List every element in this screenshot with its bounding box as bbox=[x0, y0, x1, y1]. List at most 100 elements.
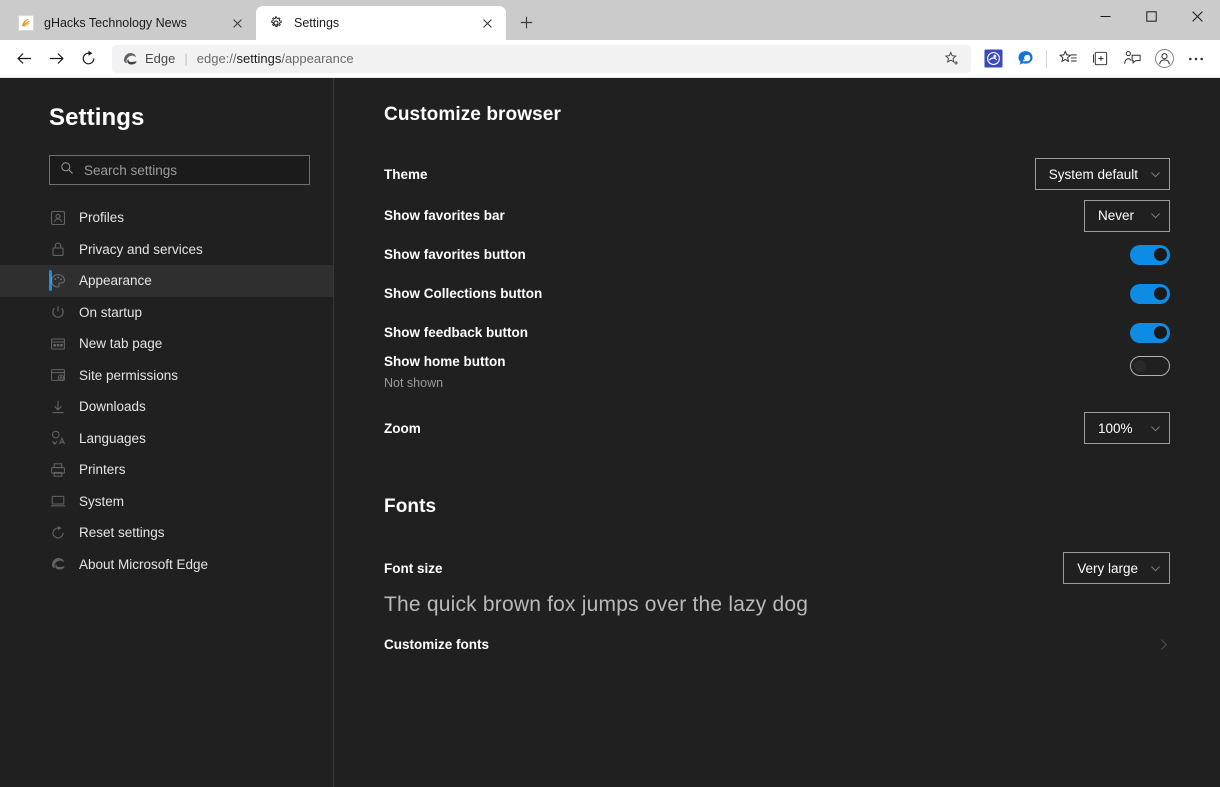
refresh-button[interactable] bbox=[72, 43, 104, 75]
settings-sidebar: Settings Search settings Profiles Privac… bbox=[0, 78, 334, 787]
tab-label: Settings bbox=[294, 16, 340, 30]
edge-copilot-icon[interactable] bbox=[1009, 43, 1041, 75]
zoom-dropdown[interactable]: 100% bbox=[1084, 412, 1170, 444]
sidebar-item-label: On startup bbox=[79, 304, 143, 320]
collections-icon[interactable] bbox=[1084, 43, 1116, 75]
font-sample-text: The quick brown fox jumps over the lazy … bbox=[384, 593, 809, 616]
profile-icon[interactable] bbox=[1148, 43, 1180, 75]
settings-content: Customize browser Theme System default S… bbox=[334, 78, 1220, 787]
url-prefix: edge:// bbox=[196, 51, 237, 66]
sidebar-item-reset-settings[interactable]: Reset settings bbox=[0, 517, 333, 549]
setting-label: Show home button bbox=[384, 353, 506, 369]
show-favorites-button-toggle[interactable] bbox=[1130, 244, 1170, 265]
gear-icon bbox=[268, 15, 284, 31]
settings-page: Settings Search settings Profiles Privac… bbox=[0, 78, 1220, 787]
sidebar-item-about-microsoft-edge[interactable]: About Microsoft Edge bbox=[0, 549, 333, 581]
chevron-right-icon bbox=[1157, 638, 1170, 651]
chevron-down-icon bbox=[1150, 210, 1161, 221]
sidebar-item-list: Profiles Privacy and services Appearance… bbox=[0, 202, 333, 580]
tab-settings[interactable]: Settings bbox=[256, 6, 506, 40]
setting-label: Show favorites button bbox=[384, 247, 526, 262]
minimize-button[interactable] bbox=[1082, 0, 1128, 32]
chevron-down-icon bbox=[1150, 563, 1161, 574]
sidebar-item-site-permissions[interactable]: Site permissions bbox=[0, 360, 333, 392]
back-button[interactable] bbox=[8, 43, 40, 75]
maximize-button[interactable] bbox=[1128, 0, 1174, 32]
sidebar-item-profiles[interactable]: Profiles bbox=[0, 202, 333, 234]
sidebar-item-privacy-and-services[interactable]: Privacy and services bbox=[0, 234, 333, 266]
setting-label: Font size bbox=[384, 560, 443, 576]
printer-icon bbox=[49, 461, 67, 479]
sidebar-item-label: New tab page bbox=[79, 336, 163, 352]
sidebar-item-label: Languages bbox=[79, 430, 146, 446]
edge-brand: Edge bbox=[122, 51, 175, 67]
sidebar-item-system[interactable]: System bbox=[0, 486, 333, 518]
search-settings-placeholder: Search settings bbox=[84, 162, 178, 178]
setting-row-zoom: Zoom 100% bbox=[384, 406, 1170, 450]
tab-close-button[interactable] bbox=[476, 12, 498, 34]
extension-icon[interactable] bbox=[977, 43, 1009, 75]
customize-fonts-label: Customize fonts bbox=[384, 636, 490, 652]
feedback-icon[interactable] bbox=[1116, 43, 1148, 75]
sidebar-item-new-tab-page[interactable]: New tab page bbox=[0, 328, 333, 360]
setting-label: Show feedback button bbox=[384, 325, 529, 340]
omnibox-separator: | bbox=[184, 51, 188, 66]
customize-browser-heading: Customize browser bbox=[384, 104, 561, 125]
sidebar-item-label: Profiles bbox=[79, 210, 125, 226]
profile-icon bbox=[49, 209, 67, 227]
edge-icon bbox=[124, 52, 137, 65]
customize-fonts-link[interactable]: Customize fonts bbox=[384, 627, 1170, 661]
sidebar-item-on-startup[interactable]: On startup bbox=[0, 297, 333, 329]
tab-close-button[interactable] bbox=[226, 12, 248, 34]
sidebar-item-languages[interactable]: Languages bbox=[0, 423, 333, 455]
sidebar-item-label: About Microsoft Edge bbox=[79, 556, 209, 572]
chevron-down-icon bbox=[1150, 169, 1161, 180]
setting-row-show-home-button: Show home button Not shown bbox=[384, 352, 1170, 392]
favorites-list-icon[interactable] bbox=[1052, 43, 1084, 75]
sidebar-item-label: Privacy and services bbox=[79, 241, 203, 257]
window-controls bbox=[1082, 0, 1220, 32]
toolbar-divider bbox=[1046, 49, 1047, 68]
power-icon bbox=[49, 303, 67, 321]
edge-brand-label: Edge bbox=[145, 51, 176, 66]
tab-strip: gHacks Technology News Settings bbox=[0, 0, 540, 40]
favorites-bar-dropdown[interactable]: Never bbox=[1084, 199, 1170, 232]
lock-icon bbox=[49, 240, 67, 258]
tab-ghacks-technology-news[interactable]: gHacks Technology News bbox=[6, 6, 256, 40]
search-icon bbox=[60, 161, 74, 180]
sidebar-item-downloads[interactable]: Downloads bbox=[0, 391, 333, 423]
font-size-dropdown[interactable]: Very large bbox=[1063, 552, 1170, 584]
setting-row-theme: Theme System default bbox=[384, 152, 1170, 196]
address-bar[interactable]: Edge | edge://settings/appearance bbox=[112, 44, 971, 73]
setting-row-font-size: Font size Very large bbox=[384, 548, 1170, 588]
close-button[interactable] bbox=[1174, 0, 1220, 32]
languages-icon bbox=[49, 429, 67, 447]
palette-icon bbox=[49, 272, 67, 290]
home-button-status: Not shown bbox=[384, 375, 444, 390]
search-settings-input[interactable]: Search settings bbox=[49, 155, 310, 185]
sidebar-item-label: Printers bbox=[79, 462, 126, 478]
show-collections-button-toggle[interactable] bbox=[1130, 283, 1170, 304]
sidebar-item-appearance[interactable]: Appearance bbox=[0, 265, 333, 297]
add-favorite-star-icon[interactable] bbox=[939, 46, 965, 72]
sidebar-item-label: Downloads bbox=[79, 399, 146, 415]
more-options-icon[interactable] bbox=[1180, 43, 1212, 75]
sidebar-item-label: System bbox=[79, 493, 125, 509]
setting-row-show-collections-button: Show Collections button bbox=[384, 274, 1170, 313]
sidebar-item-printers[interactable]: Printers bbox=[0, 454, 333, 486]
ghacks-favicon bbox=[18, 15, 34, 31]
forward-button[interactable] bbox=[40, 43, 72, 75]
setting-label: Show favorites bar bbox=[384, 208, 505, 223]
setting-label: Zoom bbox=[384, 420, 421, 436]
tab-label: gHacks Technology News bbox=[44, 16, 187, 30]
theme-dropdown[interactable]: System default bbox=[1034, 158, 1170, 190]
favorites-bar-dropdown-value: Never bbox=[1098, 208, 1135, 223]
show-feedback-button-toggle[interactable] bbox=[1130, 322, 1170, 343]
download-icon bbox=[49, 398, 67, 416]
chevron-down-icon bbox=[1150, 423, 1161, 434]
show-home-button-toggle[interactable] bbox=[1130, 356, 1170, 376]
sidebar-item-label: Appearance bbox=[79, 273, 152, 289]
url-emphasis: settings bbox=[236, 51, 282, 66]
setting-label: Show Collections button bbox=[384, 286, 543, 301]
new-tab-button[interactable] bbox=[512, 8, 540, 36]
